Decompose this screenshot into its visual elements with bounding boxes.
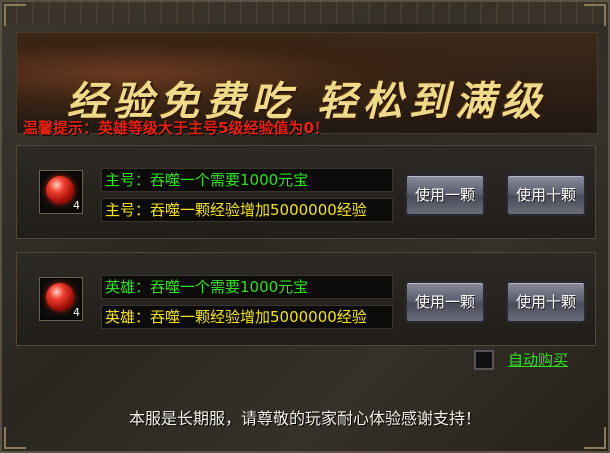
item-quantity: 4 [73,199,80,212]
auto-buy-checkbox[interactable] [474,350,494,370]
warm-hint-text: 温馨提示：英雄等级大于主号5级经验值为0！ [23,119,329,137]
auto-buy-label[interactable]: 自动购买 [508,349,568,370]
main-character-row: 4 主号：吞噬一个需要1000元宝 主号：吞噬一颗经验增加5000000经验 使… [16,145,596,239]
gain-text: 主号：吞噬一颗经验增加5000000经验 [101,198,393,222]
cost-text: 主号：吞噬一个需要1000元宝 [101,168,393,192]
item-quantity: 4 [73,306,80,319]
corner-ornament [4,427,26,449]
corner-ornament [4,4,26,26]
title-banner: 经验免费吃 轻松到满级 温馨提示：英雄等级大于主号5级经验值为0！ [16,32,598,137]
red-orb-icon [46,283,74,311]
exp-potion-panel: 经验免费吃 轻松到满级 温馨提示：英雄等级大于主号5级经验值为0！ 4 主号：吞… [0,0,610,453]
use-one-button[interactable]: 使用一颗 [405,281,485,323]
hero-row: 4 英雄：吞噬一个需要1000元宝 英雄：吞噬一颗经验增加5000000经验 使… [16,252,596,346]
corner-ornament [584,4,606,26]
cost-text: 英雄：吞噬一个需要1000元宝 [101,275,393,299]
use-ten-button[interactable]: 使用十颗 [506,281,586,323]
footer-notice: 本服是长期服，请尊敬的玩家耐心体验感谢支持！ [128,409,481,428]
gain-text: 英雄：吞噬一颗经验增加5000000经验 [101,305,393,329]
exp-orb-item-slot[interactable]: 4 [39,277,83,321]
exp-orb-item-slot[interactable]: 4 [39,170,83,214]
use-one-button[interactable]: 使用一颗 [405,174,485,216]
corner-ornament [584,427,606,449]
red-orb-icon [46,176,74,204]
use-ten-button[interactable]: 使用十颗 [506,174,586,216]
top-ornament-band [2,2,608,24]
